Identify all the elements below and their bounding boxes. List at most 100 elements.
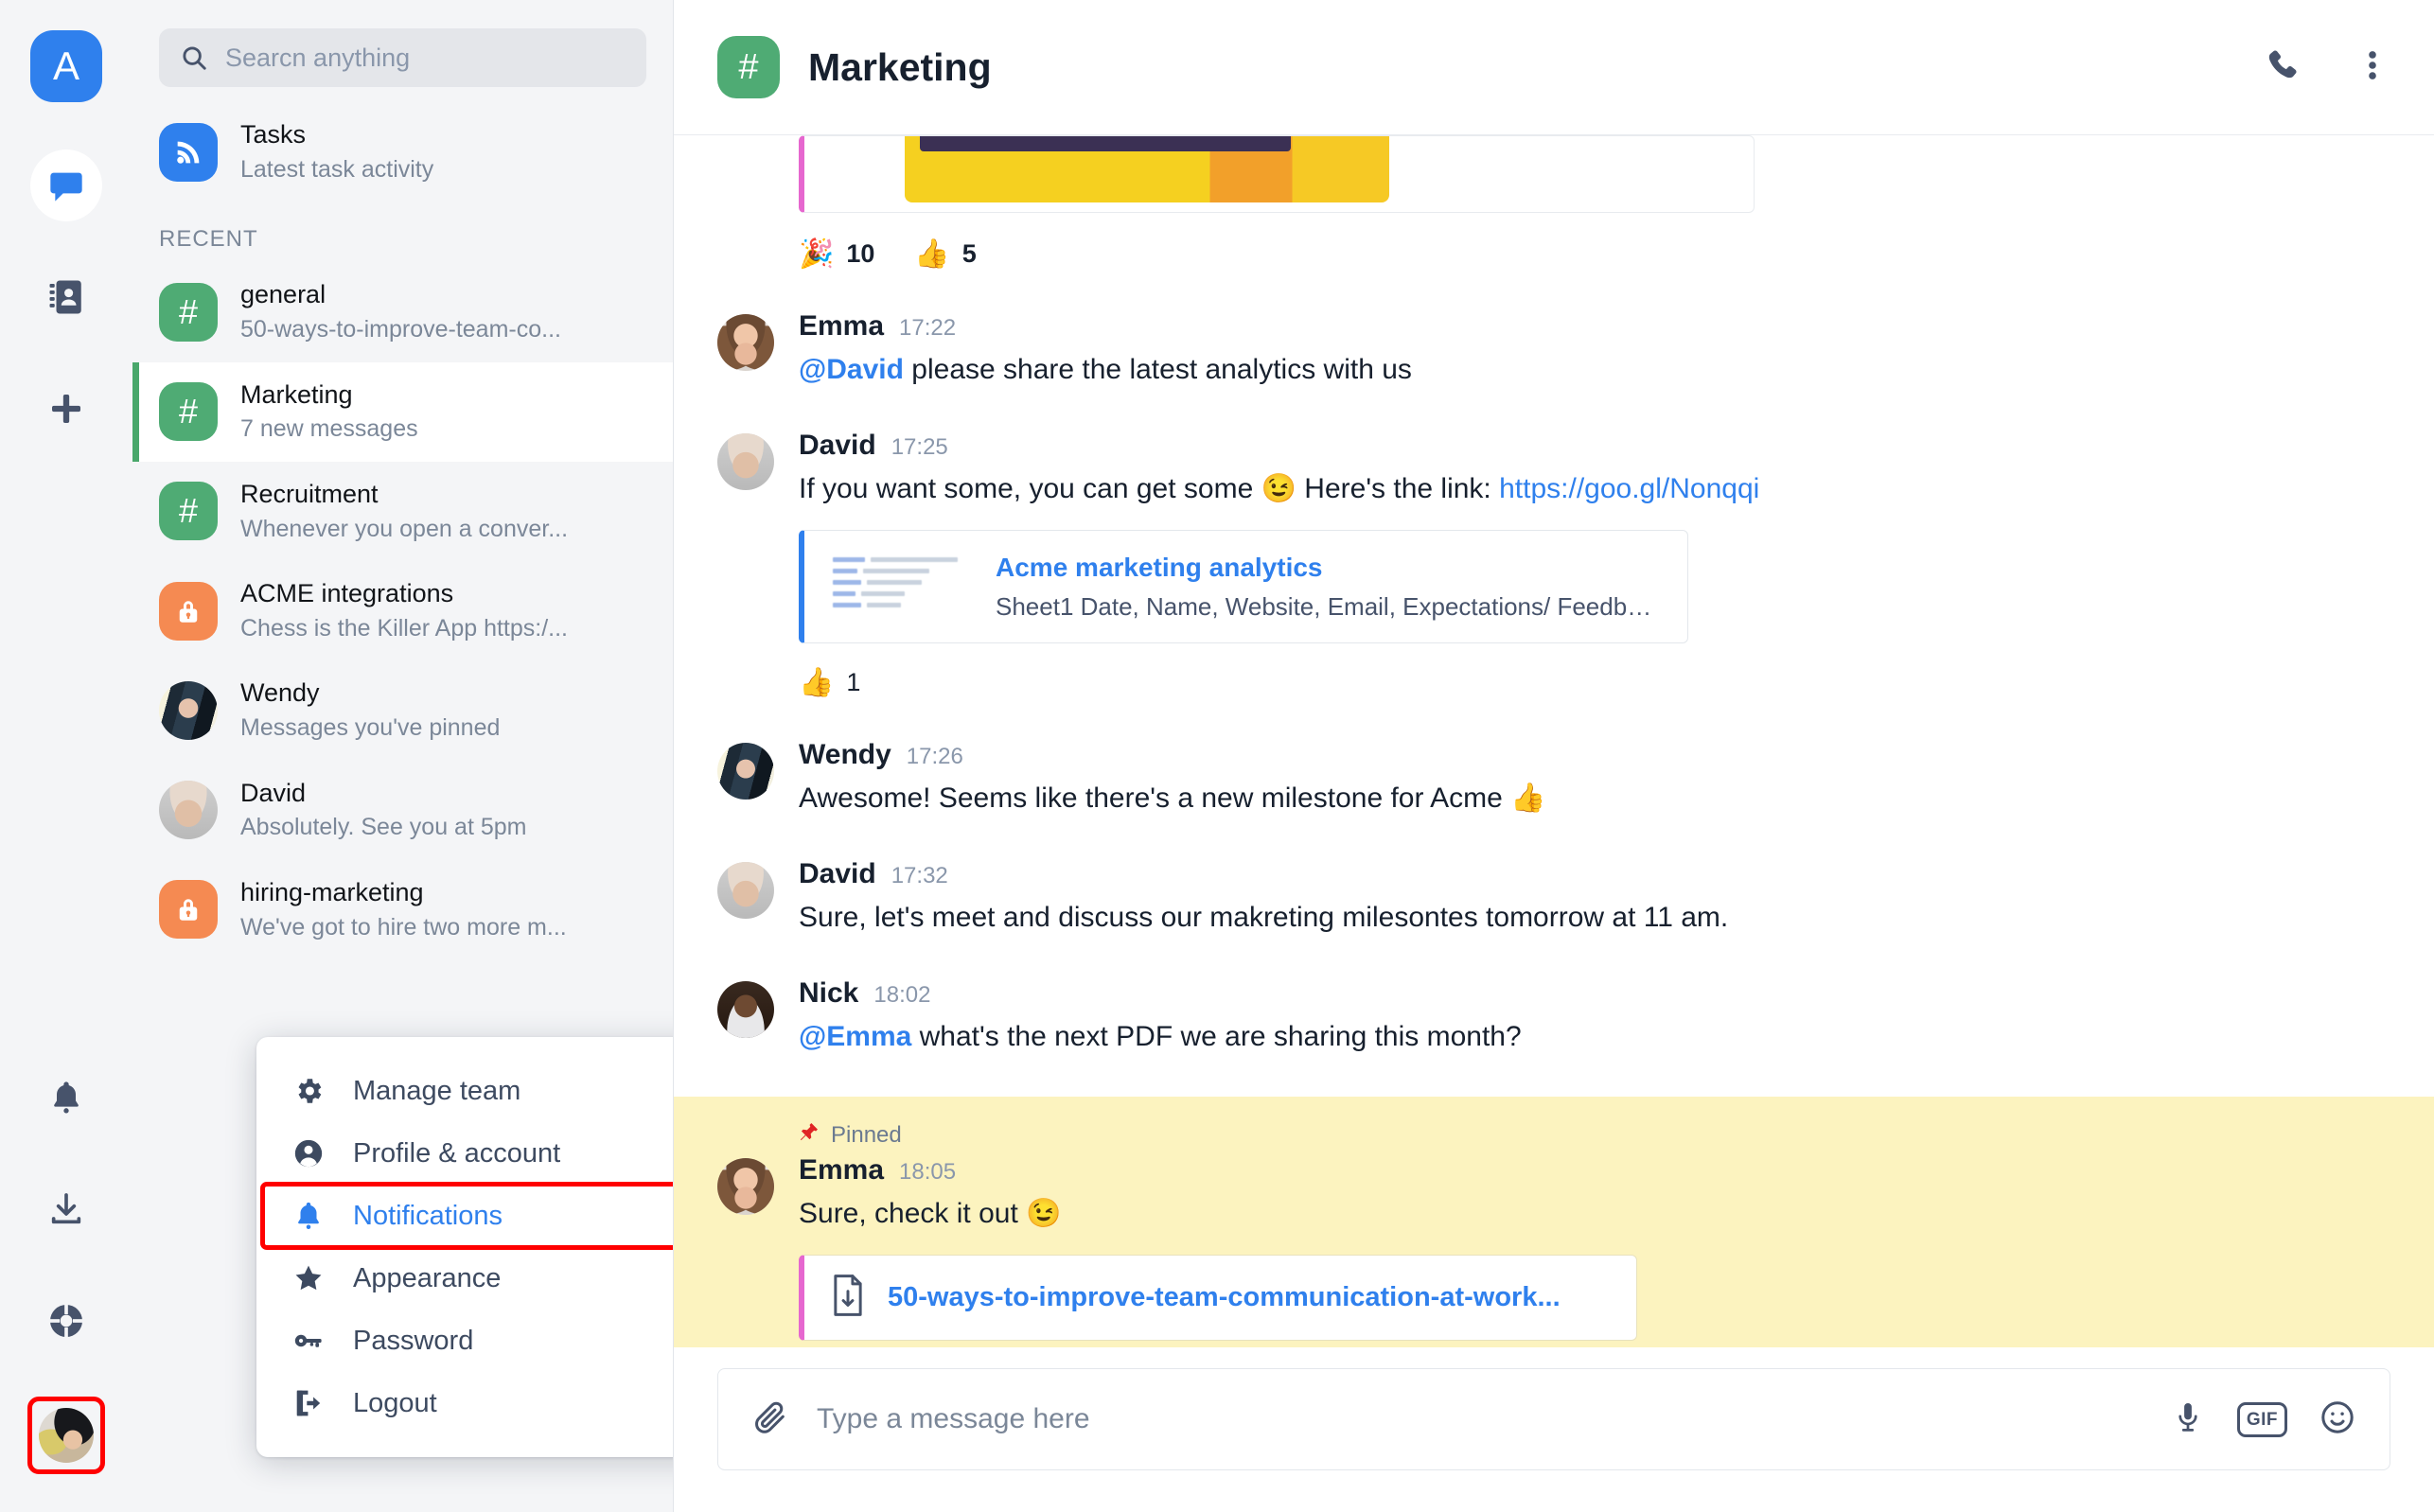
- sidebar-item-subtitle: Latest task activity: [240, 155, 434, 183]
- avatar[interactable]: [717, 433, 774, 490]
- file-attachment-card[interactable]: 50-ways-to-improve-team-communication-at…: [799, 1255, 1637, 1341]
- message-header: Wendy 17:26: [799, 739, 2390, 771]
- lifebuoy-icon: [47, 1302, 85, 1340]
- message-text-main: Sure, check it out: [799, 1198, 1027, 1229]
- sidebar-item-text: Tasks Latest task activity: [240, 119, 646, 185]
- reaction-chip[interactable]: 👍 1: [799, 666, 860, 699]
- rail-user-avatar[interactable]: [39, 1408, 94, 1463]
- mention-link[interactable]: @David: [799, 354, 904, 385]
- message-composer[interactable]: GIF: [717, 1368, 2390, 1470]
- sidebar-item-tasks[interactable]: Tasks Latest task activity: [132, 87, 673, 202]
- mention-link[interactable]: @Emma: [799, 1021, 911, 1052]
- rail-item-downloads[interactable]: [30, 1173, 102, 1245]
- avatar[interactable]: [717, 743, 774, 800]
- menu-item-password[interactable]: Password: [256, 1310, 673, 1372]
- microphone-icon[interactable]: [2171, 1400, 2205, 1439]
- message-text-before: If you want some, you can get some: [799, 473, 1261, 504]
- bell-icon: [47, 1079, 85, 1116]
- menu-item-label: Appearance: [353, 1262, 502, 1293]
- plus-icon: [47, 390, 85, 428]
- sidebar-item-text: hiring-marketing We've got to hire two m…: [240, 877, 646, 942]
- chat-header: # Marketing: [674, 0, 2434, 135]
- reaction-bar: 🎉 10 👍 5: [799, 237, 2390, 271]
- workspace-logo[interactable]: A: [30, 30, 102, 102]
- message-author: David: [799, 430, 876, 461]
- avatar[interactable]: [717, 981, 774, 1038]
- message-scroll-area: 🎉 10 👍 5 Emma 17:22 @David please share …: [674, 135, 2434, 1347]
- menu-item-appearance[interactable]: Appearance: [256, 1247, 673, 1310]
- message-text-rest: what's the next PDF we are sharing this …: [911, 1021, 1522, 1052]
- sidebar-item-wendy[interactable]: Wendy Messages you've pinned: [132, 660, 673, 760]
- sidebar-item-subtitle: Absolutely. See you at 5pm: [240, 814, 527, 841]
- attachment-image-bar: [920, 136, 1291, 151]
- sidebar-item-text: Recruitment Whenever you open a conver..…: [240, 479, 646, 544]
- rail-item-contacts[interactable]: [30, 261, 102, 333]
- avatar[interactable]: [717, 1158, 774, 1215]
- sidebar: Tasks Latest task activity RECENT # gene…: [132, 0, 674, 1512]
- sidebar-item-hiring-marketing[interactable]: hiring-marketing We've got to hire two m…: [132, 860, 673, 959]
- message-list[interactable]: 🎉 10 👍 5 Emma 17:22 @David please share …: [674, 135, 2434, 1347]
- message-body: Nick 18:02 @Emma what's the next PDF we …: [799, 977, 2390, 1057]
- sidebar-item-title: Wendy: [240, 678, 320, 708]
- composer-actions: GIF: [2171, 1399, 2355, 1440]
- rail-item-chat[interactable]: [30, 149, 102, 221]
- phone-icon[interactable]: [2264, 47, 2300, 88]
- link-preview-card[interactable]: Acme marketing analytics Sheet1 Date, Na…: [799, 530, 1688, 643]
- hash-icon: #: [159, 482, 218, 541]
- rail-item-add[interactable]: [30, 373, 102, 445]
- message-time: 18:02: [873, 982, 931, 1008]
- menu-item-profile-account[interactable]: Profile & account: [256, 1122, 673, 1185]
- smiley-icon[interactable]: [2319, 1399, 2355, 1440]
- message-input[interactable]: [817, 1403, 2143, 1435]
- key-icon: [291, 1325, 326, 1357]
- link-preview-title[interactable]: Acme marketing analytics: [996, 552, 1658, 584]
- reaction-chip[interactable]: 🎉 10: [799, 237, 874, 271]
- gif-icon[interactable]: GIF: [2236, 1401, 2287, 1437]
- avatar[interactable]: [717, 862, 774, 919]
- search-box[interactable]: [159, 28, 646, 87]
- file-name-link[interactable]: 50-ways-to-improve-team-communication-at…: [888, 1282, 1561, 1313]
- message-time: 17:22: [899, 315, 957, 341]
- sidebar-item-general[interactable]: # general 50-ways-to-improve-team-co...: [132, 262, 673, 361]
- sidebar-item-text: general 50-ways-to-improve-team-co...: [240, 279, 646, 344]
- avatar: [159, 680, 218, 740]
- avatar-image: [717, 981, 774, 1038]
- avatar-image: [717, 433, 774, 490]
- rail-item-help[interactable]: [30, 1285, 102, 1357]
- message-item: David 17:25 If you want some, you can ge…: [717, 430, 2390, 699]
- sidebar-item-title: Recruitment: [240, 479, 379, 508]
- star-icon: [291, 1262, 326, 1294]
- message-header: Emma 18:05: [799, 1154, 2390, 1187]
- person-icon: [291, 1137, 326, 1169]
- menu-item-logout[interactable]: Logout: [256, 1372, 673, 1434]
- hash-icon: #: [159, 282, 218, 342]
- menu-item-manage-team[interactable]: Manage team: [256, 1060, 673, 1122]
- message-item: Nick 18:02 @Emma what's the next PDF we …: [717, 977, 2390, 1057]
- sidebar-item-title: general: [240, 280, 326, 309]
- sidebar-item-david[interactable]: David Absolutely. See you at 5pm: [132, 761, 673, 860]
- sidebar-item-marketing[interactable]: # Marketing 7 new messages: [132, 361, 673, 463]
- search-input[interactable]: [225, 43, 626, 73]
- message-author: Wendy: [799, 739, 891, 770]
- thumbs-up-emoji: 👍: [1510, 782, 1546, 814]
- avatar-image: [717, 862, 774, 919]
- pinned-badge: Pinned: [799, 1121, 2390, 1149]
- menu-item-label: Notifications: [353, 1200, 503, 1231]
- message-author: Emma: [799, 1154, 885, 1186]
- menu-item-notifications[interactable]: Notifications: [256, 1182, 673, 1250]
- sidebar-item-recruitment[interactable]: # Recruitment Whenever you open a conver…: [132, 462, 673, 561]
- rail-item-notifications[interactable]: [30, 1062, 102, 1134]
- image-attachment-card[interactable]: [799, 135, 1755, 213]
- more-vertical-icon[interactable]: [2355, 47, 2390, 88]
- message-body: Emma 17:22 @David please share the lates…: [799, 310, 2390, 390]
- avatar-image: [717, 743, 774, 800]
- sidebar-item-acme-integrations[interactable]: ACME integrations Chess is the Killer Ap…: [132, 561, 673, 660]
- message-header: David 17:32: [799, 858, 2390, 890]
- paperclip-icon[interactable]: [752, 1399, 788, 1440]
- message-url-link[interactable]: https://goo.gl/Nonqqi: [1499, 473, 1759, 504]
- message-item: Emma 18:05 Sure, check it out 😉 50-ways-…: [717, 1154, 2390, 1347]
- bell-icon: [291, 1200, 326, 1232]
- avatar[interactable]: [717, 314, 774, 371]
- message-body: Emma 18:05 Sure, check it out 😉 50-ways-…: [799, 1154, 2390, 1347]
- reaction-chip[interactable]: 👍 5: [914, 237, 976, 271]
